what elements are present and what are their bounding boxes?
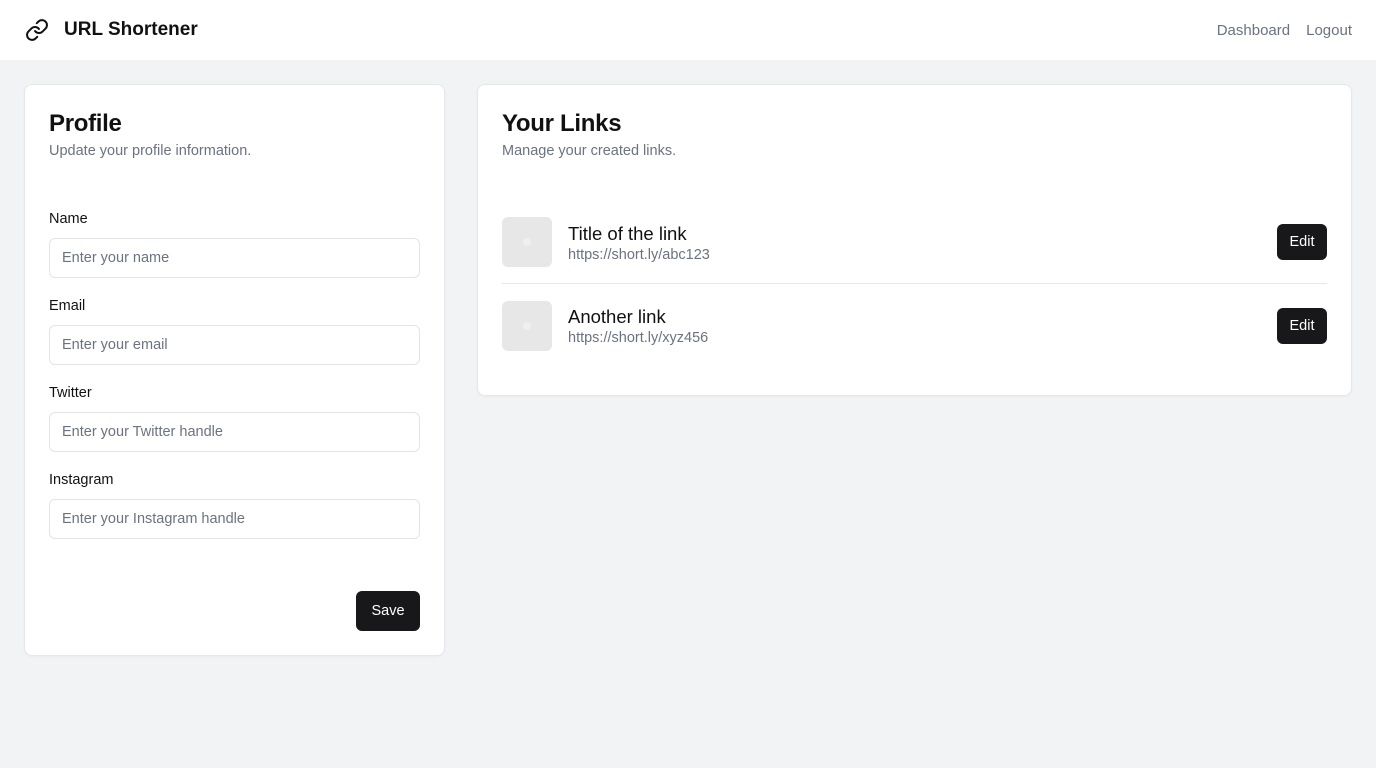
name-label: Name: [49, 211, 88, 227]
top-navbar: URL Shortener Dashboard Logout: [0, 0, 1376, 60]
email-input[interactable]: [49, 325, 420, 365]
twitter-label: Twitter: [49, 385, 92, 401]
image-placeholder-icon: [523, 238, 531, 246]
instagram-input[interactable]: [49, 499, 420, 539]
profile-subtitle: Update your profile information.: [49, 143, 252, 159]
edit-link-button[interactable]: Edit: [1277, 224, 1327, 260]
email-label: Email: [49, 298, 86, 314]
link-info: Title of the link https://short.ly/abc12…: [568, 222, 1277, 263]
link-thumbnail: [502, 300, 552, 351]
nav-logout-link[interactable]: Logout: [1306, 22, 1352, 39]
name-input[interactable]: [49, 238, 420, 278]
name-field-group: Name: [49, 211, 420, 278]
link-thumbnail: [502, 217, 552, 267]
twitter-field-group: Twitter: [49, 385, 420, 452]
links-subtitle: Manage your created links.: [502, 143, 677, 159]
brand[interactable]: URL Shortener: [24, 17, 198, 43]
link-url: https://short.ly/xyz456: [568, 330, 709, 346]
instagram-label: Instagram: [49, 472, 114, 488]
image-placeholder-icon: [523, 321, 531, 330]
link-url: https://short.ly/abc123: [568, 246, 710, 263]
profile-card: Profile Update your profile information.…: [24, 84, 445, 656]
links-card: Your Links Manage your created links. Ti…: [477, 84, 1352, 396]
link-list-item: Title of the link https://short.ly/abc12…: [502, 201, 1327, 284]
twitter-input[interactable]: [49, 412, 420, 452]
link-title: Another link: [568, 306, 666, 327]
save-button[interactable]: Save: [356, 591, 420, 631]
link-title: Title of the link: [568, 222, 687, 244]
nav-dashboard-link[interactable]: Dashboard: [1217, 22, 1290, 39]
link-list: Title of the link https://short.ly/abc12…: [502, 201, 1327, 367]
email-field-group: Email: [49, 298, 420, 365]
edit-link-button[interactable]: Edit: [1277, 307, 1327, 344]
profile-form: Name Email Twitter Instagram: [49, 211, 420, 539]
link-info: Another link https://short.ly/xyz456: [568, 305, 1277, 346]
app-title: URL Shortener: [64, 19, 198, 40]
link-list-item: Another link https://short.ly/xyz456 Edi…: [502, 284, 1327, 367]
instagram-field-group: Instagram: [49, 472, 420, 539]
link-icon: [24, 17, 50, 43]
links-title: Your Links: [502, 110, 622, 137]
top-nav: Dashboard Logout: [1217, 22, 1352, 39]
profile-title: Profile: [49, 110, 122, 137]
